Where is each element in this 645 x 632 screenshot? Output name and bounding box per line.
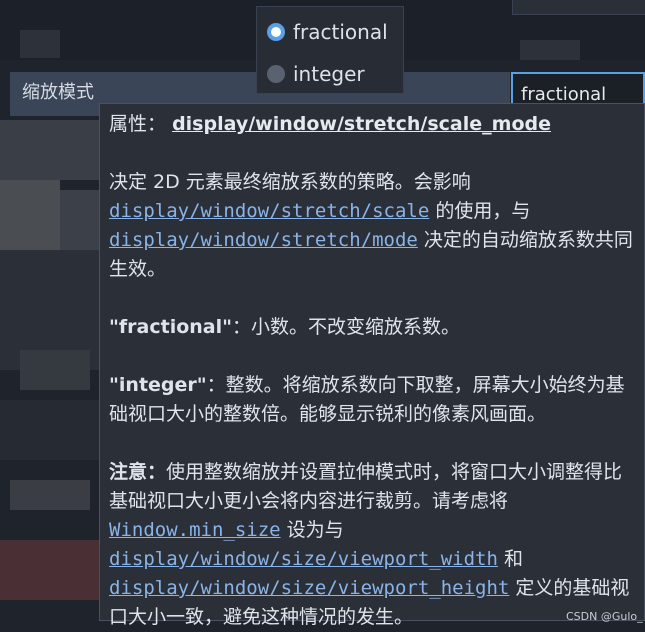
option-integer[interactable]: integer	[267, 59, 365, 89]
tooltip-title-prefix: 属性：	[109, 113, 167, 135]
text: 设为与	[286, 519, 344, 541]
blurred-block	[20, 350, 90, 390]
link-display-window-stretch-scale[interactable]: display/window/stretch/scale	[109, 200, 429, 222]
radio-unselected-icon[interactable]	[267, 65, 285, 83]
text: 和	[503, 548, 523, 570]
tooltip-description: 决定 2D 元素最终缩放系数的策略。会影响 display/window/str…	[109, 168, 634, 284]
link-window-min-size[interactable]: Window.min_size	[109, 519, 281, 541]
note-label: 注意：	[109, 461, 167, 483]
tooltip-note: 注意：使用整数缩放并设置拉伸模式时，将窗口大小调整得比基础视口大小更小会将内容进…	[109, 458, 634, 632]
link-viewport-height[interactable]: display/window/size/viewport_height	[109, 577, 509, 599]
text: ：小数。不改变缩放系数。	[232, 316, 461, 338]
property-tooltip: 属性： display/window/stretch/scale_mode 决定…	[99, 103, 645, 628]
key: "integer"	[109, 374, 207, 396]
radio-selected-icon[interactable]	[267, 23, 285, 41]
key: "fractional"	[109, 316, 233, 338]
blurred-block	[0, 400, 99, 460]
tooltip-property-name: display/window/stretch/scale_mode	[172, 113, 551, 135]
tooltip-title: 属性： display/window/stretch/scale_mode	[109, 110, 634, 139]
scale-mode-popup: fractional integer	[256, 6, 404, 94]
blurred-block	[0, 180, 60, 250]
link-display-window-stretch-mode[interactable]: display/window/stretch/mode	[109, 229, 418, 251]
option-fractional[interactable]: fractional	[267, 17, 388, 47]
blurred-block	[0, 120, 99, 180]
blurred-block	[520, 40, 580, 60]
blurred-block	[10, 480, 90, 510]
blurred-block	[20, 30, 60, 58]
option-label: integer	[293, 62, 365, 86]
option-label: fractional	[293, 20, 388, 44]
text: 使用整数缩放并设置拉伸模式时，将窗口大小调整得比基础视口大小更小会将内容进行裁剪…	[109, 461, 623, 512]
watermark: CSDN @Gulo_	[566, 610, 643, 623]
text: 的使用，与	[435, 200, 531, 222]
text: 决定 2D 元素最终缩放系数的策略。会影响	[109, 171, 471, 193]
top-right-field[interactable]	[512, 0, 645, 15]
tooltip-fractional-desc: "fractional"：小数。不改变缩放系数。	[109, 313, 634, 342]
blurred-block	[0, 540, 99, 600]
tooltip-integer-desc: "integer"：整数。将缩放系数向下取整，屏幕大小始终为基础视口大小的整数倍…	[109, 371, 634, 429]
link-viewport-width[interactable]: display/window/size/viewport_width	[109, 548, 498, 570]
